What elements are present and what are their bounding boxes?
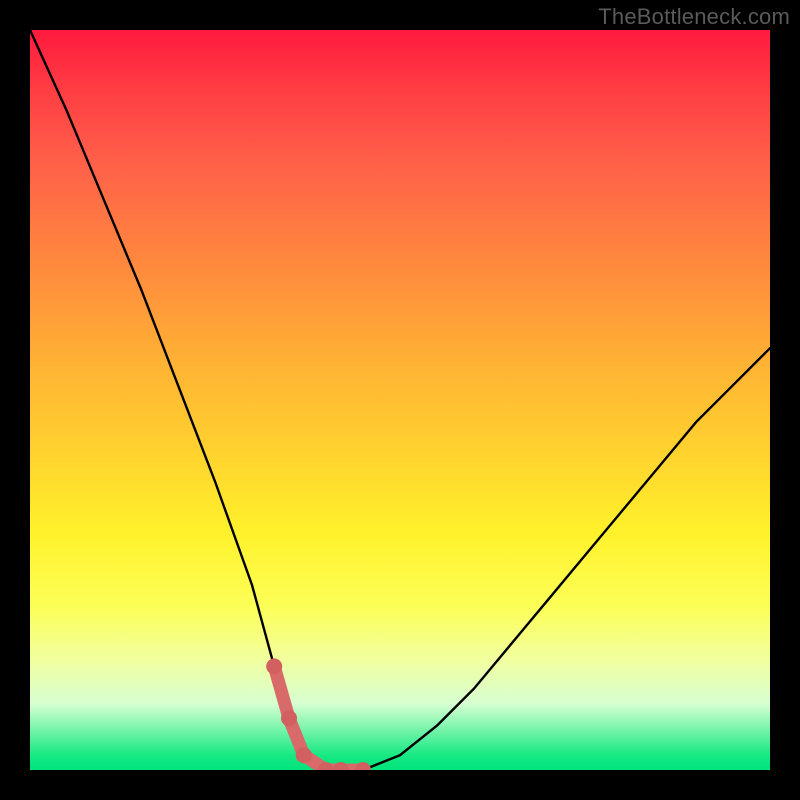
- curve-svg: [30, 30, 770, 770]
- bottleneck-curve-path: [30, 30, 770, 770]
- highlight-dot: [355, 762, 371, 770]
- highlight-dot: [333, 762, 349, 770]
- highlight-dot: [281, 710, 297, 726]
- highlight-dot: [296, 747, 312, 763]
- chart-frame: TheBottleneck.com: [0, 0, 800, 800]
- highlight-dot: [266, 658, 282, 674]
- watermark-label: TheBottleneck.com: [598, 4, 790, 30]
- plot-area: [30, 30, 770, 770]
